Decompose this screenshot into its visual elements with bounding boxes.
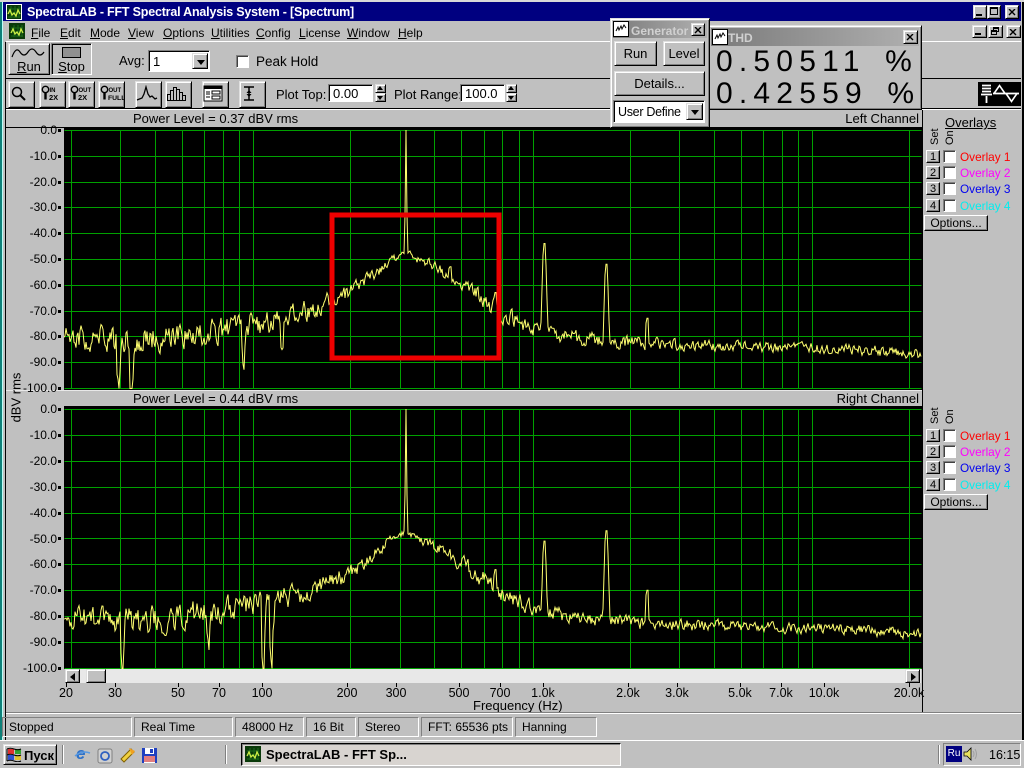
svg-text:2X: 2X bbox=[78, 93, 87, 102]
svg-text:OUT: OUT bbox=[109, 88, 122, 94]
svg-text:FULL: FULL bbox=[108, 95, 124, 102]
svg-text:2X: 2X bbox=[49, 93, 58, 102]
